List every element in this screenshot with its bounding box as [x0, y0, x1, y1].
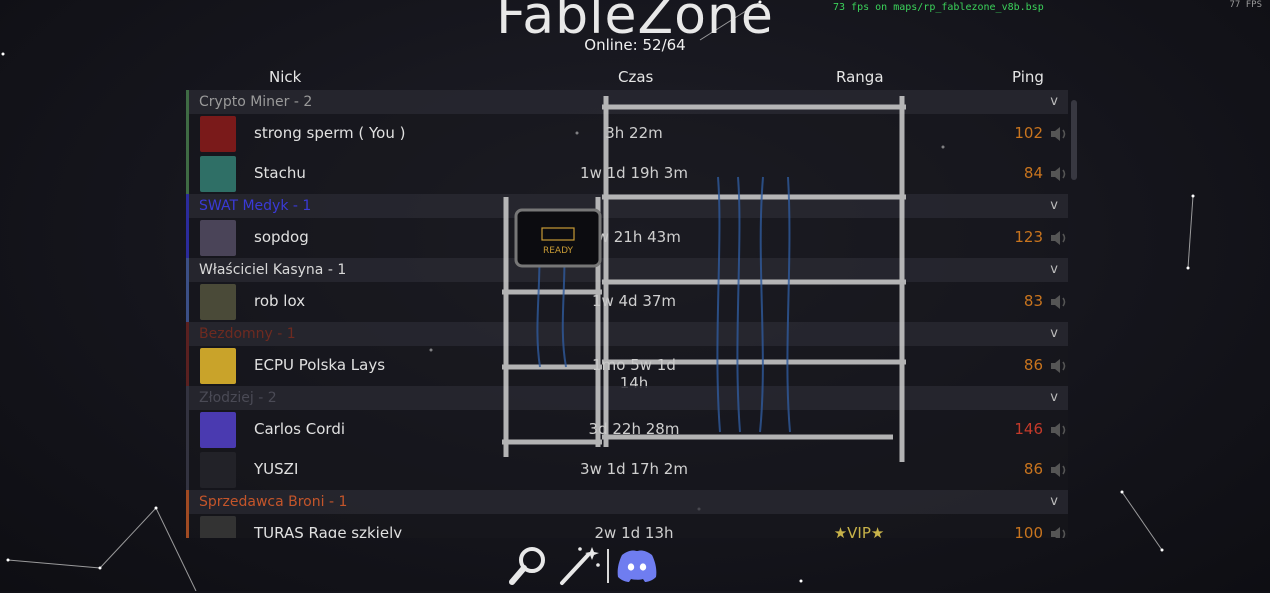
team-group-header[interactable]: Właściciel Kasyna - 1 v [186, 258, 1068, 282]
player-time: 3d 22h 28m [588, 420, 680, 438]
player-nick: rob lox [254, 292, 306, 310]
player-ping: 146 [1014, 420, 1043, 438]
player-ping: 123 [1014, 228, 1043, 246]
player-row[interactable]: TURAS Rage szkiely 2w 1d 13h 23m ★VIP★ 100 [186, 514, 1068, 538]
chevron-down-icon[interactable]: v [1050, 258, 1058, 282]
team-group-header[interactable]: Sprzedawca Broni - 1 v [186, 490, 1068, 514]
team-group-label: SWAT Medyk - 1 [199, 198, 312, 214]
volume-icon[interactable] [1049, 356, 1068, 376]
team-group-header[interactable]: Bezdomny - 1 v [186, 322, 1068, 346]
team-group-header[interactable]: Złodziej - 2 v [186, 386, 1068, 410]
search-icon[interactable] [504, 543, 550, 589]
player-row[interactable]: strong sperm ( You ) 3h 22m 102 [186, 114, 1068, 154]
player-ping: 86 [1023, 460, 1043, 478]
volume-icon[interactable] [1049, 292, 1068, 312]
player-row[interactable]: sopdog 1w 21h 43m 123 [186, 218, 1068, 258]
avatar[interactable] [200, 116, 236, 152]
player-row[interactable]: YUSZI 3w 1d 17h 2m 86 [186, 450, 1068, 490]
avatar[interactable] [200, 516, 236, 538]
volume-icon[interactable] [1049, 124, 1068, 144]
player-ping: 86 [1023, 356, 1043, 374]
volume-icon[interactable] [1049, 228, 1068, 248]
player-nick: TURAS Rage szkiely [254, 524, 403, 538]
player-time: 1w 1d 19h 3m [580, 164, 688, 182]
team-group-header[interactable]: SWAT Medyk - 1 v [186, 194, 1068, 218]
online-count: Online: 52/64 [584, 36, 686, 54]
chevron-down-icon[interactable]: v [1050, 322, 1058, 346]
header-rank: Ranga [836, 68, 884, 86]
discord-icon[interactable] [614, 543, 660, 589]
avatar[interactable] [200, 220, 236, 256]
avatar[interactable] [200, 284, 236, 320]
scoreboard-list[interactable]: Crypto Miner - 2 v strong sperm ( You ) 3h … [186, 90, 1068, 538]
player-ping: 83 [1023, 292, 1043, 310]
team-group-label: Bezdomny - 1 [199, 326, 296, 342]
chevron-down-icon[interactable]: v [1050, 490, 1058, 514]
chevron-down-icon[interactable]: v [1050, 386, 1058, 410]
player-nick: ECPU Polska Lays [254, 356, 386, 374]
player-row[interactable]: Carlos Cordi 3d 22h 28m 146 [186, 410, 1068, 450]
player-ping: 84 [1023, 164, 1043, 182]
player-row[interactable]: Stachu 1w 1d 19h 3m 84 [186, 154, 1068, 194]
player-nick: Carlos Cordi [254, 420, 346, 438]
player-time: 2w 1d 13h 23m [594, 524, 674, 538]
player-time: 3w 1d 17h 2m [580, 460, 688, 478]
team-group-label: Sprzedawca Broni - 1 [199, 494, 348, 510]
volume-icon[interactable] [1049, 164, 1068, 184]
player-time: 3h 22m [605, 124, 663, 142]
player-ping: 102 [1014, 124, 1043, 142]
header-ping: Ping [1012, 68, 1044, 86]
player-nick: sopdog [254, 228, 309, 246]
avatar[interactable] [200, 348, 236, 384]
team-group-label: Crypto Miner - 2 [199, 94, 313, 110]
header-nick: Nick [269, 68, 302, 86]
magic-wand-icon[interactable] [556, 543, 602, 589]
bottom-toolbar [500, 543, 670, 589]
chevron-down-icon[interactable]: v [1050, 194, 1058, 218]
team-group-header[interactable]: Crypto Miner - 2 v [186, 90, 1068, 114]
player-row[interactable]: ECPU Polska Lays 1mo 5w 1d 14h 86 [186, 346, 1068, 392]
chevron-down-icon[interactable]: v [1050, 90, 1058, 114]
avatar[interactable] [200, 452, 236, 488]
player-time: 1w 21h 43m [587, 228, 681, 246]
header-time: Czas [618, 68, 654, 86]
player-rank: ★VIP★ [833, 524, 885, 538]
scoreboard-headers: Nick Czas Ranga Ping [186, 68, 1068, 88]
team-group-label: Złodziej - 2 [199, 390, 277, 406]
player-nick: strong sperm ( You ) [254, 124, 406, 142]
scoreboard-scrollbar[interactable] [1071, 100, 1077, 180]
volume-icon[interactable] [1049, 460, 1068, 480]
team-group-label: Właściciel Kasyna - 1 [199, 262, 347, 278]
player-ping: 100 [1014, 524, 1043, 538]
avatar[interactable] [200, 156, 236, 192]
avatar[interactable] [200, 412, 236, 448]
player-time: 1w 4d 37m [591, 292, 677, 310]
player-nick: Stachu [254, 164, 306, 182]
volume-icon[interactable] [1049, 524, 1068, 538]
player-nick: YUSZI [254, 460, 299, 478]
volume-icon[interactable] [1049, 420, 1068, 440]
player-row[interactable]: rob lox 1w 4d 37m 83 [186, 282, 1068, 322]
toolbar-divider [607, 549, 609, 583]
